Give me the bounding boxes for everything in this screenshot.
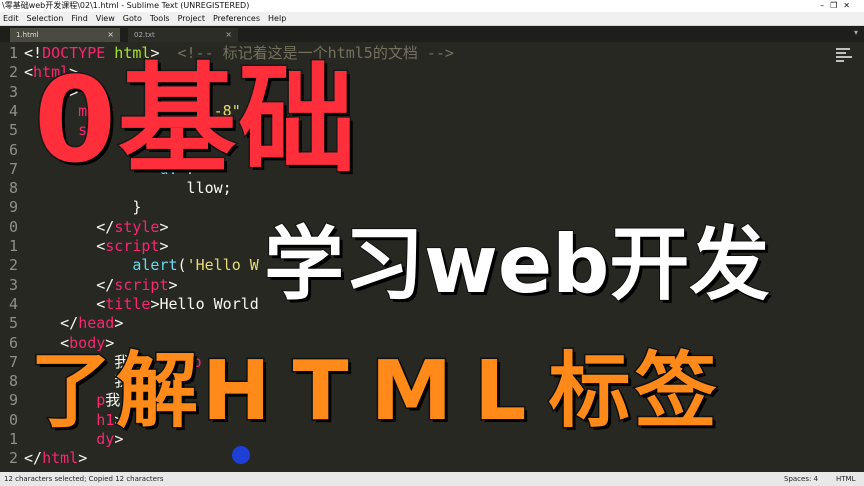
window-controls[interactable]: –❐✕: [820, 0, 856, 12]
menu-selection[interactable]: Selection: [27, 12, 64, 25]
line-number: 5: [8, 121, 18, 140]
tab-close-icon[interactable]: ×: [225, 28, 232, 42]
line-number: 1: [8, 430, 18, 448]
code-line: <script>: [24, 237, 169, 255]
line-number-gutter: 1 2 3 4 5 6 7 8 9 0 1 2 3 4 5 6 7 8 9 0 …: [0, 42, 18, 472]
line-number: 3: [8, 82, 18, 101]
line-number: 7: [8, 352, 18, 371]
line-number: 2: [8, 256, 18, 275]
indentation-setting[interactable]: Spaces: 4: [784, 472, 818, 486]
line-number: 9: [8, 391, 18, 410]
overlay-text: 了解: [28, 343, 203, 441]
tab-label: 1.html: [16, 31, 39, 39]
tab-dropdown-icon[interactable]: ▾: [854, 28, 858, 37]
overlay-title-learn-web: 学习web开发: [263, 217, 770, 312]
tab-02-txt[interactable]: 02.txt ×: [128, 28, 238, 42]
menu-view[interactable]: View: [96, 12, 115, 25]
line-number: 8: [8, 372, 18, 391]
menu-tools[interactable]: Tools: [150, 12, 170, 25]
tab-bar: 1.html × 02.txt × ▾: [0, 26, 864, 42]
code-line: alert('Hello W: [132, 256, 259, 275]
line-number: 1: [8, 237, 18, 255]
overlay-title-html-tags: 了解HTML标签: [28, 336, 721, 448]
restore-icon[interactable]: ❐: [830, 1, 843, 10]
line-number: 1: [8, 44, 18, 62]
close-icon[interactable]: ✕: [843, 1, 856, 10]
code-line: </html>: [24, 449, 88, 468]
overlay-text: 标签: [547, 343, 721, 441]
mouse-cursor-highlight: [232, 446, 250, 464]
code-line: </style>: [24, 217, 169, 236]
line-number: 2: [8, 63, 18, 82]
menu-preferences[interactable]: Preferences: [213, 12, 260, 25]
line-number: 4: [8, 294, 18, 313]
line-number: 2: [8, 449, 18, 468]
window-title: \零基础web开发课程\02\1.html - Sublime Text (UN…: [2, 1, 250, 10]
code-line: </head>: [24, 314, 124, 333]
menu-project[interactable]: Project: [178, 12, 205, 25]
status-bar: 12 characters selected; Copied 12 charac…: [0, 472, 864, 486]
line-number: 5: [8, 314, 18, 333]
code-line: }: [24, 198, 142, 217]
overlay-title-zero-basics: 0基础: [32, 51, 359, 189]
code-line: <title>Hello World: [24, 294, 259, 313]
menu-find[interactable]: Find: [71, 12, 87, 25]
line-number: 6: [8, 140, 18, 159]
line-number: 0: [8, 410, 18, 429]
tab-1-html[interactable]: 1.html ×: [10, 28, 120, 42]
line-number: 9: [8, 198, 18, 217]
line-number: 0: [8, 217, 18, 236]
title-bar: \零基础web开发课程\02\1.html - Sublime Text (UN…: [0, 0, 864, 12]
code-line: </script>: [24, 275, 178, 294]
menu-edit[interactable]: Edit: [3, 12, 19, 25]
tab-label: 02.txt: [134, 31, 155, 39]
line-number: 8: [8, 179, 18, 198]
line-number: 4: [8, 101, 18, 120]
line-number: 6: [8, 333, 18, 352]
overlay-text-html: HTML: [201, 343, 549, 441]
minimap[interactable]: [836, 46, 858, 68]
selection-status: 12 characters selected; Copied 12 charac…: [4, 475, 164, 483]
syntax-selector[interactable]: HTML: [836, 472, 855, 486]
line-number: 7: [8, 159, 18, 178]
tab-close-icon[interactable]: ×: [107, 28, 114, 42]
menu-bar: Edit Selection Find View Goto Tools Project Pre…: [0, 12, 864, 26]
minimize-icon[interactable]: –: [820, 1, 830, 10]
line-number: 3: [8, 275, 18, 294]
menu-goto[interactable]: Goto: [123, 12, 142, 25]
menu-help[interactable]: Help: [268, 12, 286, 25]
